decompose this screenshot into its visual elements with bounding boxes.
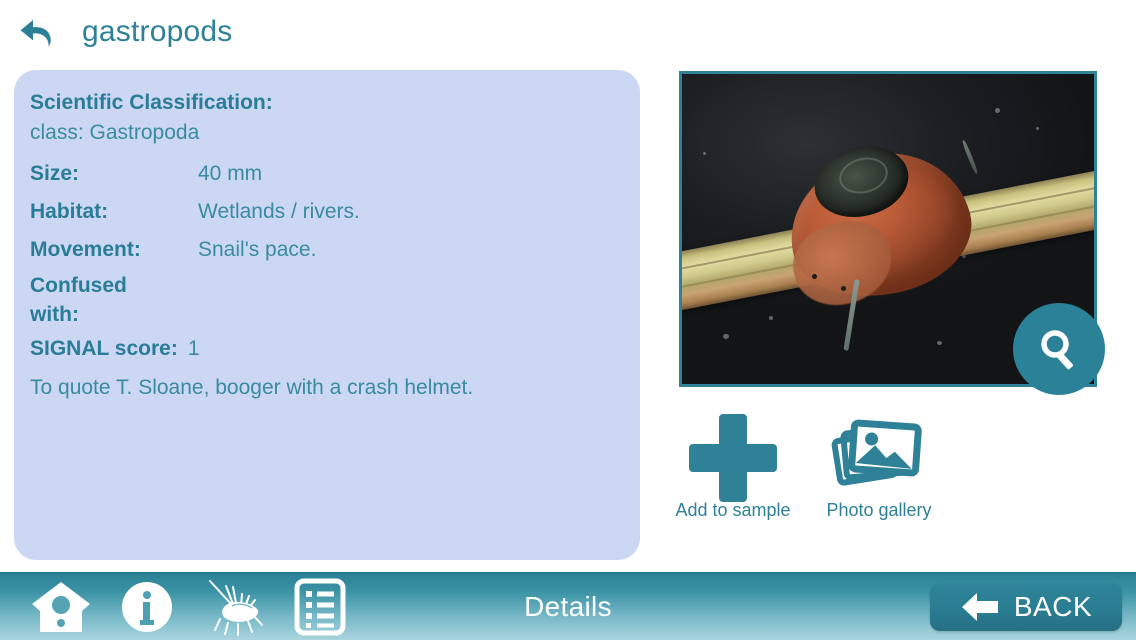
arrow-left-icon [961,593,998,621]
add-to-sample-button[interactable]: Add to sample [663,404,803,521]
back-button-label: BACK [1013,591,1093,622]
undo-arrow-icon [20,20,51,47]
confused-with-label-line2: with: [30,302,79,326]
snail-eye-dot [811,273,817,279]
add-to-sample-label: Add to sample [675,500,791,520]
info-row-habitat: Habitat: Wetlands / rivers. [30,197,616,227]
photo-gallery-label: Photo gallery [826,500,932,520]
signal-score-value: 1 [187,337,200,360]
size-label: Size: [30,161,80,185]
movement-value: Snail's pace. [198,237,317,261]
species-photo[interactable] [679,71,1105,395]
info-row-signal-score: SIGNAL score: 1 [30,337,616,361]
photo-gallery-button[interactable]: Photo gallery [809,404,949,521]
snail-eye-dot [840,286,846,292]
back-undo-button[interactable] [14,11,60,53]
info-row-movement: Movement: Snail's pace. [30,235,616,265]
classification-value: class: Gastropoda [30,121,200,145]
movement-label: Movement: [30,237,141,261]
size-value: 40 mm [198,161,263,185]
magnifier-icon [1041,330,1074,370]
signal-score-label: SIGNAL score: [30,337,178,360]
zoom-photo-button[interactable] [1013,303,1105,395]
photo-speck [768,315,773,320]
info-row-size: Size: 40 mm [30,159,616,189]
habitat-label: Habitat: [30,199,109,223]
classification-label: Scientific Classification: [30,91,273,114]
page-title: gastropods [82,15,233,48]
species-note: To quote T. Sloane, booger with a crash … [30,376,474,399]
page-header: gastropods [0,0,1136,64]
confused-with-label-line1: Confused [30,274,127,298]
species-info-panel: Scientific Classification: class: Gastro… [14,70,640,560]
info-row-confused-with: Confused with: [30,272,616,329]
photo-speck [702,151,706,155]
back-button[interactable]: BACK [930,583,1122,631]
bottom-toolbar: Details BACK [0,572,1136,640]
plus-icon [689,414,777,502]
photo-stack-icon [831,419,922,486]
action-buttons: Add to sample Photo gallery [663,404,963,544]
habitat-value: Wetlands / rivers. [198,199,360,223]
